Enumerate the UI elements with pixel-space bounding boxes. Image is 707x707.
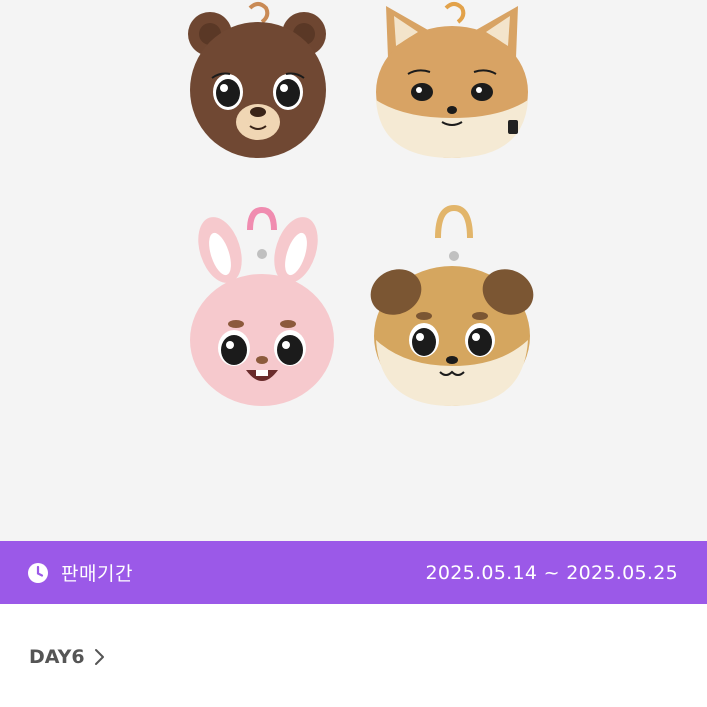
chevron-right-icon — [94, 648, 106, 666]
puppy-plush — [370, 204, 534, 406]
artist-link[interactable]: DAY6 — [29, 640, 106, 674]
clock-icon — [27, 562, 49, 584]
product-image[interactable] — [0, 0, 707, 541]
sale-period-dates: 2025.05.14 ~ 2025.05.25 — [425, 561, 678, 584]
sale-period-banner: 판매기간 2025.05.14 ~ 2025.05.25 — [0, 541, 707, 604]
fox-plush — [376, 2, 528, 158]
rabbit-plush — [190, 206, 334, 406]
artist-name: DAY6 — [29, 646, 85, 668]
bear-plush — [188, 2, 326, 158]
sale-period-label: 판매기간 — [61, 563, 133, 585]
